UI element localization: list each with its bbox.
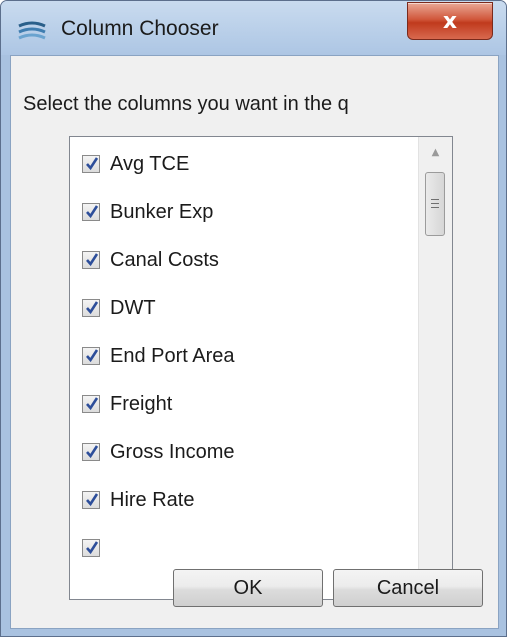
checkbox-end-port-area[interactable] [82, 347, 100, 365]
grip-line [431, 199, 439, 200]
list-item-end-port-area[interactable]: End Port Area [82, 341, 235, 371]
checkmark-icon [86, 541, 99, 555]
list-item-label: End Port Area [110, 344, 235, 367]
grip-line [431, 207, 439, 208]
column-chooser-dialog: Column Chooser x Select the columns you … [0, 0, 507, 637]
list-item-label: Freight [110, 392, 173, 415]
cancel-button[interactable]: Cancel [333, 569, 483, 607]
list-item-label: Avg TCE [110, 152, 190, 175]
checkbox-freight[interactable] [82, 395, 100, 413]
checkmark-icon [86, 157, 99, 171]
checkbox-avg-tce[interactable] [82, 155, 100, 173]
title-bar[interactable]: Column Chooser x [1, 1, 506, 55]
grip-line [431, 203, 439, 204]
checkbox-bunker-exp[interactable] [82, 203, 100, 221]
checkbox-dwt[interactable] [82, 299, 100, 317]
checkmark-icon [86, 397, 99, 411]
ok-button[interactable]: OK [173, 569, 323, 607]
list-item-gross-income[interactable]: Gross Income [82, 437, 234, 467]
checkmark-icon [86, 349, 99, 363]
instruction-text: Select the columns you want in the q [23, 93, 349, 115]
checkmark-icon [86, 205, 99, 219]
list-item-dwt[interactable]: DWT [82, 293, 156, 323]
list-item-freight[interactable]: Freight [82, 389, 172, 419]
scrollbar-thumb[interactable] [425, 172, 445, 236]
scroll-up-button[interactable]: ▲ [419, 137, 452, 167]
vertical-scrollbar[interactable]: ▲ ▼ [418, 137, 452, 599]
checkbox-partial[interactable] [82, 539, 100, 557]
dialog-body: Select the columns you want in the q Avg… [10, 55, 499, 629]
checkmark-icon [86, 445, 99, 459]
app-logo-icon [17, 20, 47, 44]
checkmark-icon [86, 301, 99, 315]
checkbox-canal-costs[interactable] [82, 251, 100, 269]
list-item-label: Hire Rate [110, 488, 195, 511]
column-list[interactable]: Avg TCE Bunker Exp Canal Costs DWT End P… [69, 136, 453, 600]
list-item-label: Bunker Exp [110, 200, 214, 223]
checkbox-hire-rate[interactable] [82, 491, 100, 509]
list-item-avg-tce[interactable]: Avg TCE [82, 149, 189, 179]
list-item-hire-rate[interactable]: Hire Rate [82, 485, 194, 515]
scroll-up-icon: ▲ [431, 146, 440, 158]
window-title: Column Chooser [61, 17, 219, 40]
close-button[interactable]: x [407, 2, 493, 40]
checkmark-icon [86, 253, 99, 267]
checkmark-icon [86, 493, 99, 507]
list-item-label: Gross Income [110, 440, 235, 463]
list-item-canal-costs[interactable]: Canal Costs [82, 245, 219, 275]
list-item-partial[interactable] [82, 533, 110, 563]
close-icon: x [442, 8, 458, 34]
list-item-bunker-exp[interactable]: Bunker Exp [82, 197, 213, 227]
checkbox-gross-income[interactable] [82, 443, 100, 461]
list-item-label: DWT [110, 296, 156, 319]
list-item-label: Canal Costs [110, 248, 219, 271]
